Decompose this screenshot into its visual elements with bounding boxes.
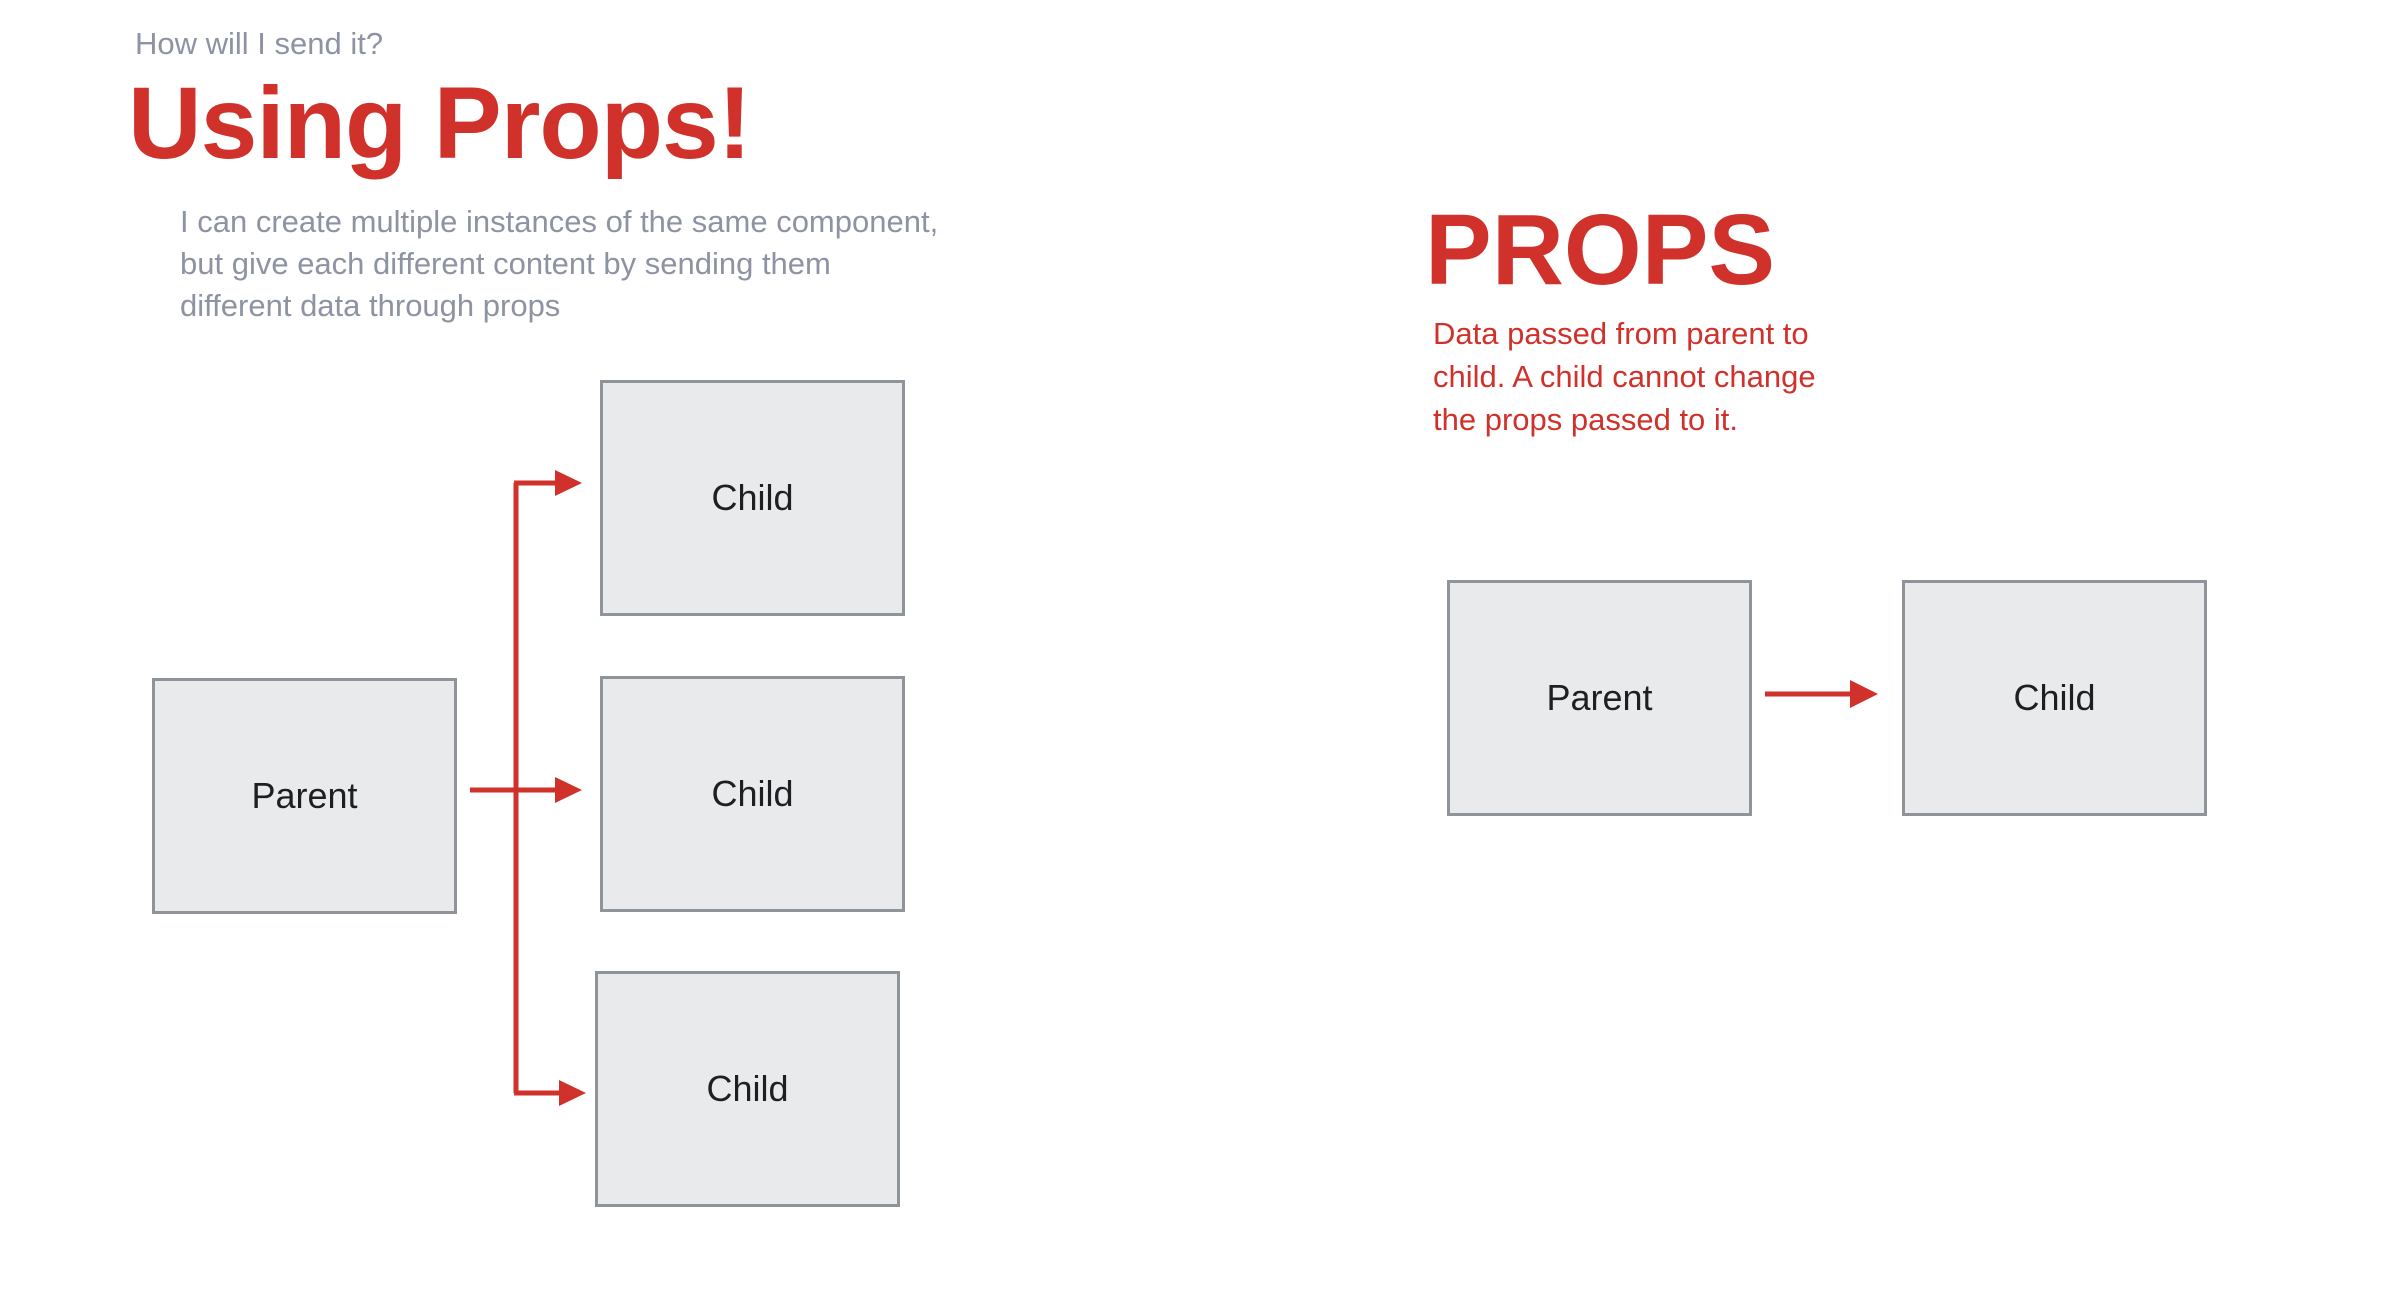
child-box-3: Child <box>595 971 900 1207</box>
page-title: Using Props! <box>128 66 752 180</box>
parent-label: Parent <box>251 775 358 816</box>
parent-label: Parent <box>1546 677 1653 718</box>
arrowhead-child-1 <box>555 470 582 496</box>
child-box-2: Child <box>600 676 905 912</box>
child-label: Child <box>2013 677 2096 718</box>
arrowhead-child-2 <box>555 777 582 803</box>
props-title: PROPS <box>1425 194 1776 306</box>
props-child-box: Child <box>1902 580 2207 816</box>
parent-box: Parent <box>152 678 457 914</box>
props-parent-box: Parent <box>1447 580 1752 816</box>
description-text: I can create multiple instances of the s… <box>180 204 939 323</box>
eyebrow-text: How will I send it? <box>135 26 384 61</box>
child-box-1: Child <box>600 380 905 616</box>
child-label: Child <box>711 773 794 814</box>
arrowhead-child-right <box>1850 680 1878 708</box>
child-label: Child <box>706 1068 789 1109</box>
child-label: Child <box>711 477 794 518</box>
arrowhead-child-3 <box>559 1080 586 1106</box>
props-description: Data passed from parent to child. A chil… <box>1433 316 1816 437</box>
